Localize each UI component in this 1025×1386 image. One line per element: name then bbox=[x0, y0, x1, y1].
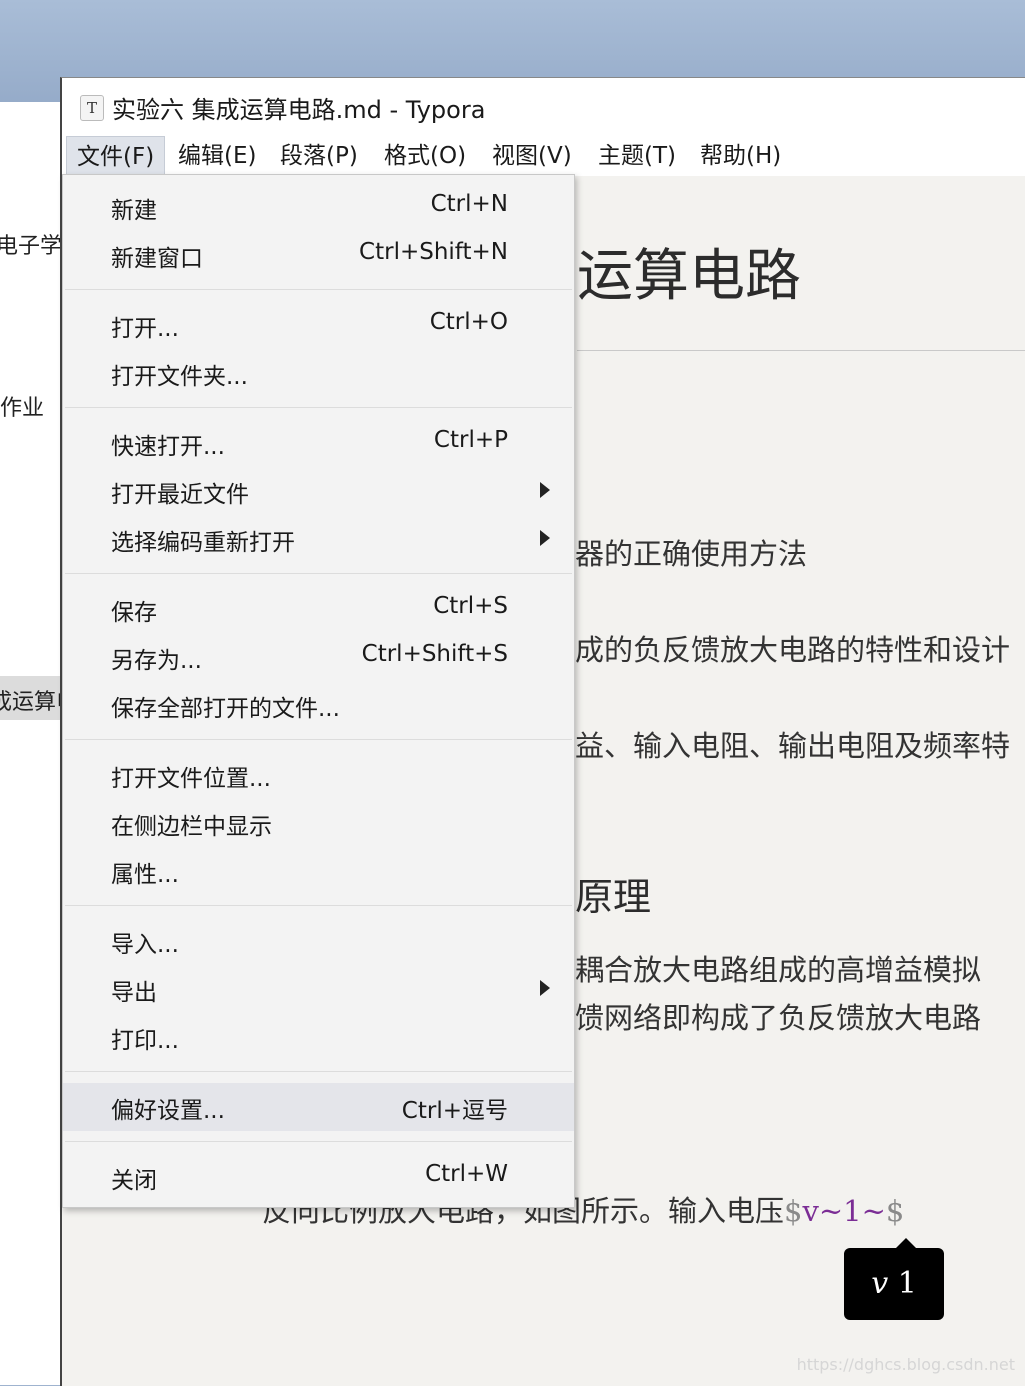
menu-item-label: 保存 bbox=[111, 600, 157, 626]
menu-item-new[interactable]: 新建 Ctrl+N bbox=[63, 183, 574, 231]
menu-item-open-recent[interactable]: 打开最近文件 bbox=[63, 467, 574, 515]
menu-item-label: 打印... bbox=[111, 1028, 179, 1054]
menu-separator bbox=[65, 1071, 572, 1072]
paragraph[interactable]: 馈网络即构成了负反馈放大电路 bbox=[575, 995, 981, 1037]
menu-item-shortcut: Ctrl+S bbox=[433, 593, 508, 619]
menu-format[interactable]: 格式(O) bbox=[374, 136, 476, 176]
background-window-selected-row: 成运算电 bbox=[0, 676, 78, 720]
menu-separator bbox=[65, 407, 572, 408]
submenu-arrow-icon bbox=[540, 980, 550, 996]
heading-rule bbox=[577, 350, 1025, 351]
menu-separator bbox=[65, 573, 572, 574]
menu-item-preferences[interactable]: 偏好设置... Ctrl+逗号 bbox=[63, 1083, 574, 1131]
menu-item-shortcut: Ctrl+O bbox=[429, 309, 508, 335]
menu-separator bbox=[65, 289, 572, 290]
document-heading[interactable]: 运算电路 bbox=[577, 231, 801, 312]
submenu-arrow-icon bbox=[540, 482, 550, 498]
menu-file[interactable]: 文件(F) bbox=[66, 136, 166, 176]
window-title: 实验六 集成运算电路.md - Typora bbox=[112, 96, 486, 124]
menu-item-label: 新建 bbox=[111, 198, 157, 224]
menu-separator bbox=[65, 905, 572, 906]
typora-app-icon: T bbox=[80, 95, 104, 121]
menu-item-properties[interactable]: 属性... bbox=[63, 847, 574, 895]
menu-item-import[interactable]: 导入... bbox=[63, 917, 574, 965]
math-delimiter: $ bbox=[784, 1194, 803, 1228]
menu-separator bbox=[65, 1141, 572, 1142]
background-window-item: 电子学 bbox=[0, 234, 63, 259]
section-heading[interactable]: 原理 bbox=[575, 866, 651, 921]
menu-item-label: 关闭 bbox=[111, 1168, 157, 1194]
math-preview-popup: v 1 bbox=[844, 1238, 944, 1320]
title-bar[interactable]: T 实验六 集成运算电路.md - Typora bbox=[62, 78, 1025, 136]
menu-item-label: 打开文件夹... bbox=[111, 364, 248, 390]
menu-item-shortcut: Ctrl+P bbox=[433, 427, 508, 453]
menu-item-shortcut: Ctrl+Shift+N bbox=[359, 239, 508, 265]
paragraph[interactable]: 耦合放大电路组成的高增益模拟 bbox=[575, 947, 981, 989]
menu-item-reveal-in-sidebar[interactable]: 在侧边栏中显示 bbox=[63, 799, 574, 847]
menu-item-new-window[interactable]: 新建窗口 Ctrl+Shift+N bbox=[63, 231, 574, 279]
menu-help[interactable]: 帮助(H) bbox=[690, 136, 791, 176]
menu-item-print[interactable]: 打印... bbox=[63, 1013, 574, 1061]
menu-item-label: 在侧边栏中显示 bbox=[111, 814, 272, 840]
math-delimiter: $ bbox=[885, 1194, 905, 1228]
menu-item-save-all[interactable]: 保存全部打开的文件... bbox=[63, 681, 574, 729]
menu-bar: 文件(F) 编辑(E) 段落(P) 格式(O) 视图(V) 主题(T) 帮助(H… bbox=[62, 136, 1025, 176]
menu-item-shortcut: Ctrl+W bbox=[425, 1161, 508, 1187]
background-window: 电子学 作业 成运算电 bbox=[0, 102, 78, 1385]
background-window-item: 作业 bbox=[0, 396, 45, 421]
menu-item-quick-open[interactable]: 快速打开... Ctrl+P bbox=[63, 419, 574, 467]
menu-item-shortcut: Ctrl+Shift+S bbox=[361, 641, 508, 667]
menu-item-label: 选择编码重新打开 bbox=[111, 530, 295, 556]
menu-item-label: 导出 bbox=[111, 980, 157, 1006]
menu-item-label: 新建窗口 bbox=[111, 246, 203, 272]
menu-item-label: 保存全部打开的文件... bbox=[111, 696, 340, 722]
paragraph[interactable]: 益、输入电阻、输出电阻及频率特 bbox=[575, 723, 1010, 765]
menu-item-label: 导入... bbox=[111, 932, 179, 958]
menu-item-shortcut: Ctrl+逗号 bbox=[401, 1098, 508, 1124]
inline-math-source[interactable]: v~1~ bbox=[802, 1194, 885, 1228]
menu-item-reopen-with-encoding[interactable]: 选择编码重新打开 bbox=[63, 515, 574, 563]
menu-view[interactable]: 视图(V) bbox=[482, 136, 582, 176]
menu-item-export[interactable]: 导出 bbox=[63, 965, 574, 1013]
watermark: https://dghcs.blog.csdn.net bbox=[796, 1355, 1015, 1374]
menu-item-label: 属性... bbox=[111, 862, 179, 888]
math-preview-variable: v bbox=[871, 1266, 889, 1301]
menu-item-label: 打开文件位置... bbox=[111, 766, 271, 792]
menu-item-save[interactable]: 保存 Ctrl+S bbox=[63, 585, 574, 633]
menu-item-save-as[interactable]: 另存为... Ctrl+Shift+S bbox=[63, 633, 574, 681]
menu-item-open-folder[interactable]: 打开文件夹... bbox=[63, 349, 574, 397]
menu-item-open-file-location[interactable]: 打开文件位置... bbox=[63, 751, 574, 799]
paragraph[interactable]: 成的负反馈放大电路的特性和设计 bbox=[575, 627, 1010, 669]
menu-item-close[interactable]: 关闭 Ctrl+W bbox=[63, 1153, 574, 1201]
menu-item-label: 打开... bbox=[111, 316, 179, 342]
menu-item-shortcut: Ctrl+N bbox=[430, 191, 508, 217]
menu-paragraph[interactable]: 段落(P) bbox=[270, 136, 368, 176]
file-menu-dropdown: 新建 Ctrl+N 新建窗口 Ctrl+Shift+N 打开... Ctrl+O… bbox=[62, 174, 575, 1208]
paragraph[interactable]: 器的正确使用方法 bbox=[575, 531, 807, 573]
menu-item-label: 偏好设置... bbox=[111, 1098, 225, 1124]
menu-item-open[interactable]: 打开... Ctrl+O bbox=[63, 301, 574, 349]
menu-separator bbox=[65, 739, 572, 740]
menu-item-label: 快速打开... bbox=[111, 434, 225, 460]
menu-themes[interactable]: 主题(T) bbox=[588, 136, 686, 176]
math-preview-subscript: 1 bbox=[897, 1266, 917, 1301]
menu-item-label: 另存为... bbox=[111, 648, 202, 674]
submenu-arrow-icon bbox=[540, 530, 550, 546]
menu-item-label: 打开最近文件 bbox=[111, 482, 249, 508]
menu-edit[interactable]: 编辑(E) bbox=[168, 136, 266, 176]
